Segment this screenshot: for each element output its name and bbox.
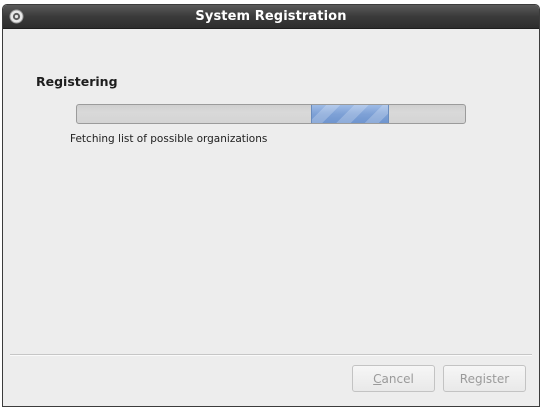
progress-bar [76,104,466,124]
status-message: Fetching list of possible organizations [70,133,268,145]
cancel-button[interactable]: Cancel [352,365,435,392]
registration-window: System Registration Registering Fetching… [2,4,540,407]
page-heading: Registering [36,74,118,89]
button-area-separator [10,354,532,356]
register-button[interactable]: Register [443,365,526,392]
cancel-mnemonic: C [373,372,382,386]
title-bar[interactable]: System Registration [3,5,539,29]
window-title: System Registration [195,9,347,24]
cancel-label-rest: ancel [381,372,414,386]
dialog-content: Registering Fetching list of possible or… [3,29,539,406]
progress-pulse-indicator [311,105,389,123]
